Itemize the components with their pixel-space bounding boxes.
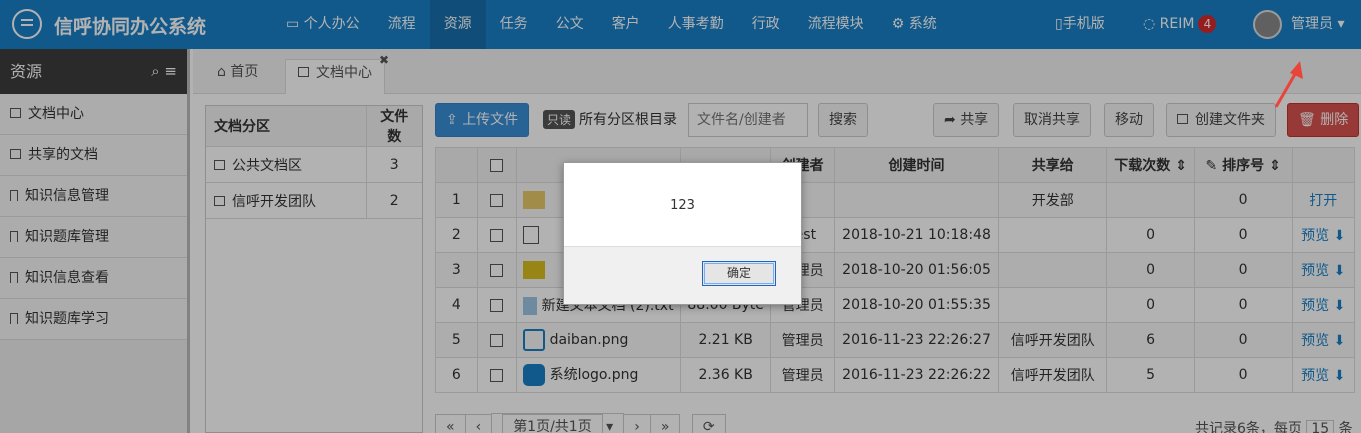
alert-dialog: 123 确定 xyxy=(563,162,802,305)
ok-button[interactable]: 确定 xyxy=(702,261,776,286)
red-arrow-annotation xyxy=(1274,61,1303,108)
dialog-footer: 确定 xyxy=(564,246,801,304)
dialog-message: 123 xyxy=(670,198,695,213)
